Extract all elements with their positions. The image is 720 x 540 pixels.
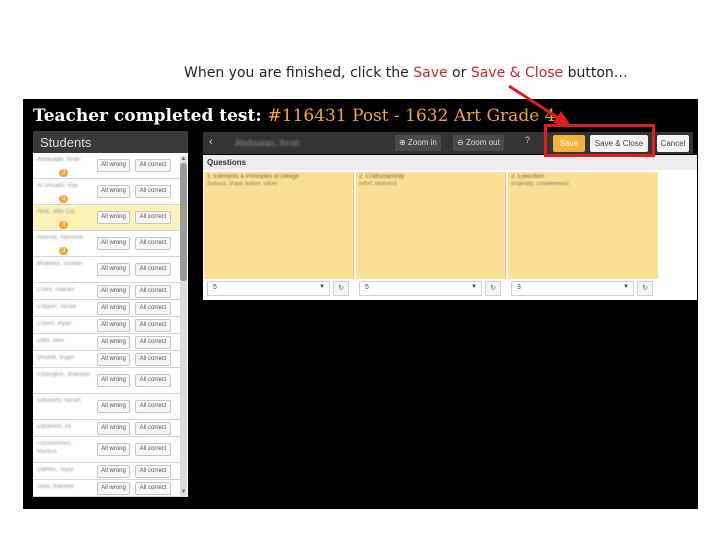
arrow-shaft [508, 84, 561, 121]
pointer-arrow [508, 84, 572, 127]
arrow-head [553, 111, 572, 127]
